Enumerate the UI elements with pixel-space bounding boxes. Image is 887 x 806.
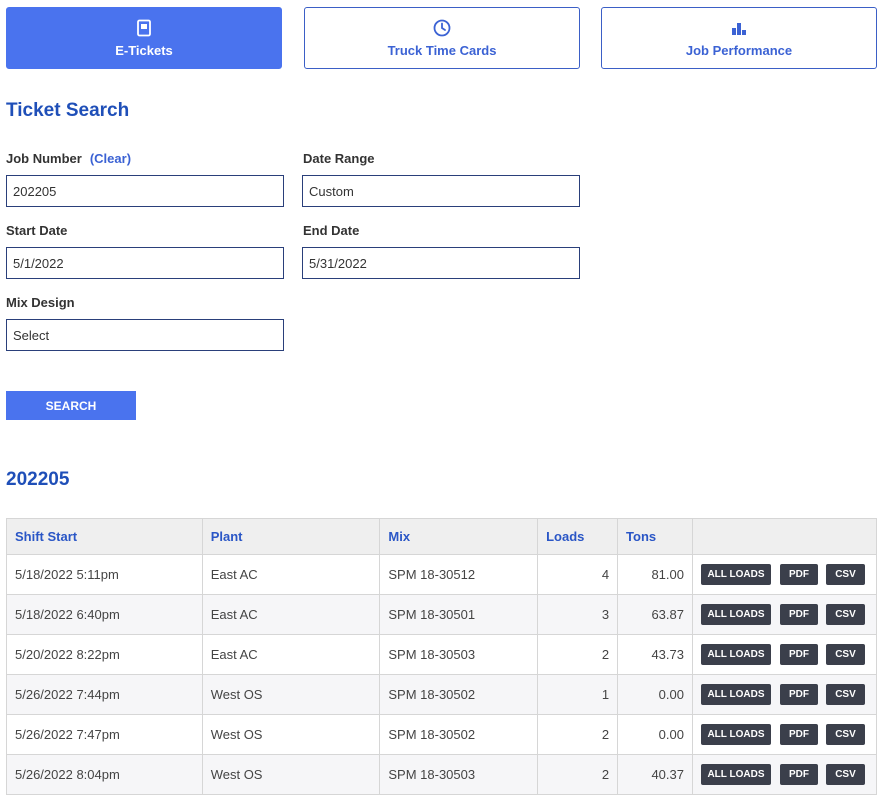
csv-button[interactable]: CSV bbox=[825, 564, 865, 585]
cell-tons: 40.37 bbox=[617, 754, 693, 795]
job-number-input[interactable] bbox=[6, 175, 284, 207]
all-loads-button[interactable]: ALL LOADS bbox=[700, 604, 771, 625]
cell-plant: West OS bbox=[201, 674, 381, 715]
cell-shift-start: 5/18/2022 5:11pm bbox=[6, 554, 203, 595]
end-date-input[interactable] bbox=[302, 247, 580, 279]
cell-tons: 0.00 bbox=[617, 674, 693, 715]
cell-mix: SPM 18-30502 bbox=[379, 714, 539, 755]
job-number-label-text: Job Number bbox=[6, 151, 82, 166]
cell-actions: ALL LOADS PDF CSV bbox=[691, 554, 878, 595]
cell-tons: 0.00 bbox=[617, 714, 693, 755]
col-mix[interactable]: Mix bbox=[379, 518, 539, 555]
col-plant[interactable]: Plant bbox=[201, 518, 381, 555]
cell-loads: 4 bbox=[537, 554, 619, 595]
bar-chart-icon bbox=[732, 22, 746, 35]
page-title: Ticket Search bbox=[6, 100, 130, 121]
search-button[interactable]: SEARCH bbox=[6, 391, 136, 420]
date-range-label: Date Range bbox=[303, 151, 375, 166]
cell-loads: 1 bbox=[537, 674, 619, 715]
cell-loads: 2 bbox=[537, 754, 619, 795]
cell-loads: 2 bbox=[537, 714, 619, 755]
cell-shift-start: 5/26/2022 7:47pm bbox=[6, 714, 203, 755]
table-row: 5/26/2022 7:44pm West OS SPM 18-30502 1 0.00… bbox=[6, 674, 878, 715]
start-date-label: Start Date bbox=[6, 223, 68, 238]
cell-tons: 43.73 bbox=[617, 634, 693, 675]
results-body: 5/18/2022 5:11pm East AC SPM 18-30512 4 81.0… bbox=[6, 554, 878, 795]
cell-actions: ALL LOADS PDF CSV bbox=[691, 754, 878, 795]
cell-shift-start: 5/20/2022 8:22pm bbox=[6, 634, 203, 675]
table-header-row: Shift Start Plant Mix Loads Tons bbox=[6, 518, 878, 555]
csv-button[interactable]: CSV bbox=[825, 604, 865, 625]
pdf-button[interactable]: PDF bbox=[779, 684, 818, 705]
table-row: 5/20/2022 8:22pm East AC SPM 18-30503 2 43.7… bbox=[6, 634, 878, 675]
tab-job-performance[interactable]: Job Performance bbox=[601, 7, 877, 69]
cell-tons: 63.87 bbox=[617, 594, 693, 635]
table-row: 5/26/2022 7:47pm West OS SPM 18-30502 2 0.00… bbox=[6, 714, 878, 755]
cell-loads: 2 bbox=[537, 634, 619, 675]
all-loads-button[interactable]: ALL LOADS bbox=[700, 644, 771, 665]
col-tons[interactable]: Tons bbox=[617, 518, 693, 555]
tab-label: E-Tickets bbox=[115, 42, 173, 58]
all-loads-button[interactable]: ALL LOADS bbox=[700, 564, 771, 585]
csv-button[interactable]: CSV bbox=[825, 724, 865, 745]
start-date-input[interactable] bbox=[6, 247, 284, 279]
cell-shift-start: 5/18/2022 6:40pm bbox=[6, 594, 203, 635]
mix-design-label: Mix Design bbox=[6, 295, 75, 310]
date-range-select[interactable] bbox=[302, 175, 580, 207]
clock-icon bbox=[433, 19, 451, 36]
mix-design-select[interactable] bbox=[6, 319, 284, 351]
pdf-button[interactable]: PDF bbox=[779, 764, 818, 785]
results-table: Shift Start Plant Mix Loads Tons 5/18/20… bbox=[6, 518, 878, 795]
end-date-label: End Date bbox=[303, 223, 360, 238]
report-tabs: E-Tickets Truck Time Cards Job Performan… bbox=[6, 7, 877, 69]
cell-plant: West OS bbox=[201, 714, 381, 755]
table-row: 5/18/2022 6:40pm East AC SPM 18-30501 3 63.8… bbox=[6, 594, 878, 635]
all-loads-button[interactable]: ALL LOADS bbox=[700, 684, 771, 705]
cell-shift-start: 5/26/2022 8:04pm bbox=[6, 754, 203, 795]
col-actions bbox=[691, 518, 878, 555]
cell-plant: East AC bbox=[201, 594, 381, 635]
cell-mix: SPM 18-30503 bbox=[379, 634, 539, 675]
clear-link[interactable]: (Clear) bbox=[90, 151, 131, 166]
pdf-button[interactable]: PDF bbox=[779, 644, 818, 665]
csv-button[interactable]: CSV bbox=[825, 684, 865, 705]
pdf-button[interactable]: PDF bbox=[779, 564, 818, 585]
table-row: 5/18/2022 5:11pm East AC SPM 18-30512 4 81.0… bbox=[6, 554, 878, 595]
tab-label: Truck Time Cards bbox=[387, 42, 497, 58]
pdf-button[interactable]: PDF bbox=[779, 604, 818, 625]
cell-tons: 81.00 bbox=[617, 554, 693, 595]
cell-actions: ALL LOADS PDF CSV bbox=[691, 714, 878, 755]
cell-loads: 3 bbox=[537, 594, 619, 635]
cell-mix: SPM 18-30501 bbox=[379, 594, 539, 635]
cell-mix: SPM 18-30502 bbox=[379, 674, 539, 715]
results-title: 202205 bbox=[6, 469, 70, 490]
cell-plant: West OS bbox=[201, 754, 381, 795]
csv-button[interactable]: CSV bbox=[825, 644, 865, 665]
job-number-label: Job Number (Clear) bbox=[6, 151, 131, 166]
tab-truck-time-cards[interactable]: Truck Time Cards bbox=[304, 7, 580, 69]
csv-button[interactable]: CSV bbox=[825, 764, 865, 785]
all-loads-button[interactable]: ALL LOADS bbox=[700, 764, 771, 785]
ticket-icon bbox=[137, 19, 151, 36]
cell-plant: East AC bbox=[201, 634, 381, 675]
cell-actions: ALL LOADS PDF CSV bbox=[691, 594, 878, 635]
table-row: 5/26/2022 8:04pm West OS SPM 18-30503 2 40.3… bbox=[6, 754, 878, 795]
cell-plant: East AC bbox=[201, 554, 381, 595]
cell-actions: ALL LOADS PDF CSV bbox=[691, 634, 878, 675]
cell-shift-start: 5/26/2022 7:44pm bbox=[6, 674, 203, 715]
cell-actions: ALL LOADS PDF CSV bbox=[691, 674, 878, 715]
tab-e-tickets[interactable]: E-Tickets bbox=[6, 7, 282, 69]
cell-mix: SPM 18-30512 bbox=[379, 554, 539, 595]
pdf-button[interactable]: PDF bbox=[779, 724, 818, 745]
col-loads[interactable]: Loads bbox=[537, 518, 619, 555]
tab-label: Job Performance bbox=[685, 42, 793, 58]
cell-mix: SPM 18-30503 bbox=[379, 754, 539, 795]
col-shift-start[interactable]: Shift Start bbox=[6, 518, 203, 555]
all-loads-button[interactable]: ALL LOADS bbox=[700, 724, 771, 745]
